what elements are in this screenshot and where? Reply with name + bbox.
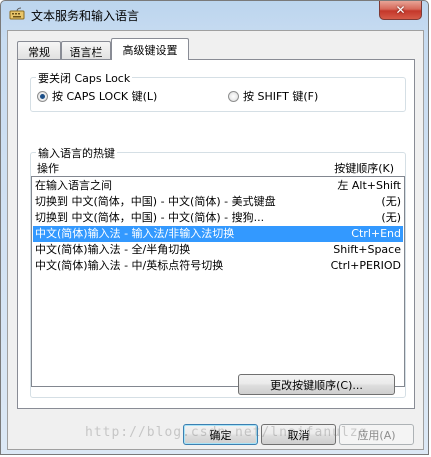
keyboard-icon — [9, 7, 25, 21]
hotkey-keys: (无) — [381, 195, 401, 208]
hotkey-keys: 左 Alt+Shift — [337, 179, 401, 192]
radio-selected-icon — [37, 90, 48, 102]
radio-caps-lock-label: 按 CAPS LOCK 键(L) — [52, 90, 158, 103]
hotkeys-group-label: 输入语言的热键 — [36, 145, 117, 161]
tab-language-bar[interactable]: 语言栏 — [61, 41, 111, 59]
radio-caps-lock-key[interactable]: 按 CAPS LOCK 键(L) — [37, 88, 157, 104]
hotkey-action: 中文(简体)输入法 - 全/半角切换 — [35, 243, 191, 256]
hotkey-action: 切换到 中文(简体，中国) - 中文(简体) - 搜狗... — [35, 211, 265, 224]
hotkey-action: 在输入语言之间 — [35, 179, 112, 192]
tab-panel: 要关闭 Caps Lock 按 CAPS LOCK 键(L) 按 SHIFT 键… — [17, 59, 415, 409]
hotkey-row[interactable]: 切换到 中文(简体，中国) - 中文(简体) - 搜狗... (无) — [33, 210, 403, 226]
radio-shift-label: 按 SHIFT 键(F) — [243, 90, 319, 103]
tab-general[interactable]: 常规 — [17, 41, 61, 59]
hotkey-row[interactable]: 切换到 中文(简体，中国) - 中文(简体) - 美式键盘 (无) — [33, 194, 403, 210]
window-title: 文本服务和输入语言 — [31, 9, 140, 23]
hotkey-keys: Shift+Space — [333, 243, 401, 256]
hotkey-keys: (无) — [381, 211, 401, 224]
hotkey-row[interactable]: 中文(简体)输入法 - 全/半角切换 Shift+Space — [33, 242, 403, 258]
change-key-sequence-button[interactable]: 更改按键顺序(C)... — [238, 374, 395, 395]
dialog-window: 文本服务和输入语言 ✕ 常规 语言栏 高级键设置 要关闭 Caps Lock 按… — [0, 0, 429, 455]
hotkey-row[interactable]: 在输入语言之间 左 Alt+Shift — [33, 178, 403, 194]
hotkey-action: 中文(简体)输入法 - 中/英标点符号切换 — [35, 259, 224, 272]
watermark: http://blog.csdn.net/lnaifanulzq — [85, 425, 368, 440]
close-button[interactable]: ✕ — [379, 1, 422, 20]
tab-advanced-key-settings[interactable]: 高级键设置 — [111, 38, 189, 60]
column-header-action: 操作 — [37, 162, 59, 175]
hotkey-row[interactable]: 中文(简体)输入法 - 中/英标点符号切换 Ctrl+PERIOD — [33, 258, 403, 274]
hotkey-row-selected[interactable]: 中文(简体)输入法 - 输入法/非输入法切换 Ctrl+End — [33, 226, 403, 242]
dialog-body: 常规 语言栏 高级键设置 要关闭 Caps Lock 按 CAPS LOCK 键… — [7, 30, 424, 450]
hotkey-keys: Ctrl+PERIOD — [330, 259, 401, 272]
title-bar[interactable]: 文本服务和输入语言 ✕ — [1, 1, 428, 29]
radio-unselected-icon — [228, 90, 239, 102]
hotkey-action: 切换到 中文(简体，中国) - 中文(简体) - 美式键盘 — [35, 195, 276, 208]
close-icon: ✕ — [395, 3, 406, 17]
hotkey-keys: Ctrl+End — [351, 227, 401, 240]
radio-shift-key[interactable]: 按 SHIFT 键(F) — [228, 88, 318, 104]
column-header-key-sequence: 按键顺序(K) — [334, 162, 394, 175]
hotkey-list[interactable]: 在输入语言之间 左 Alt+Shift 切换到 中文(简体，中国) - 中文(简… — [31, 176, 405, 387]
caps-lock-group-label: 要关闭 Caps Lock — [36, 70, 133, 86]
hotkey-action: 中文(简体)输入法 - 输入法/非输入法切换 — [35, 227, 235, 240]
